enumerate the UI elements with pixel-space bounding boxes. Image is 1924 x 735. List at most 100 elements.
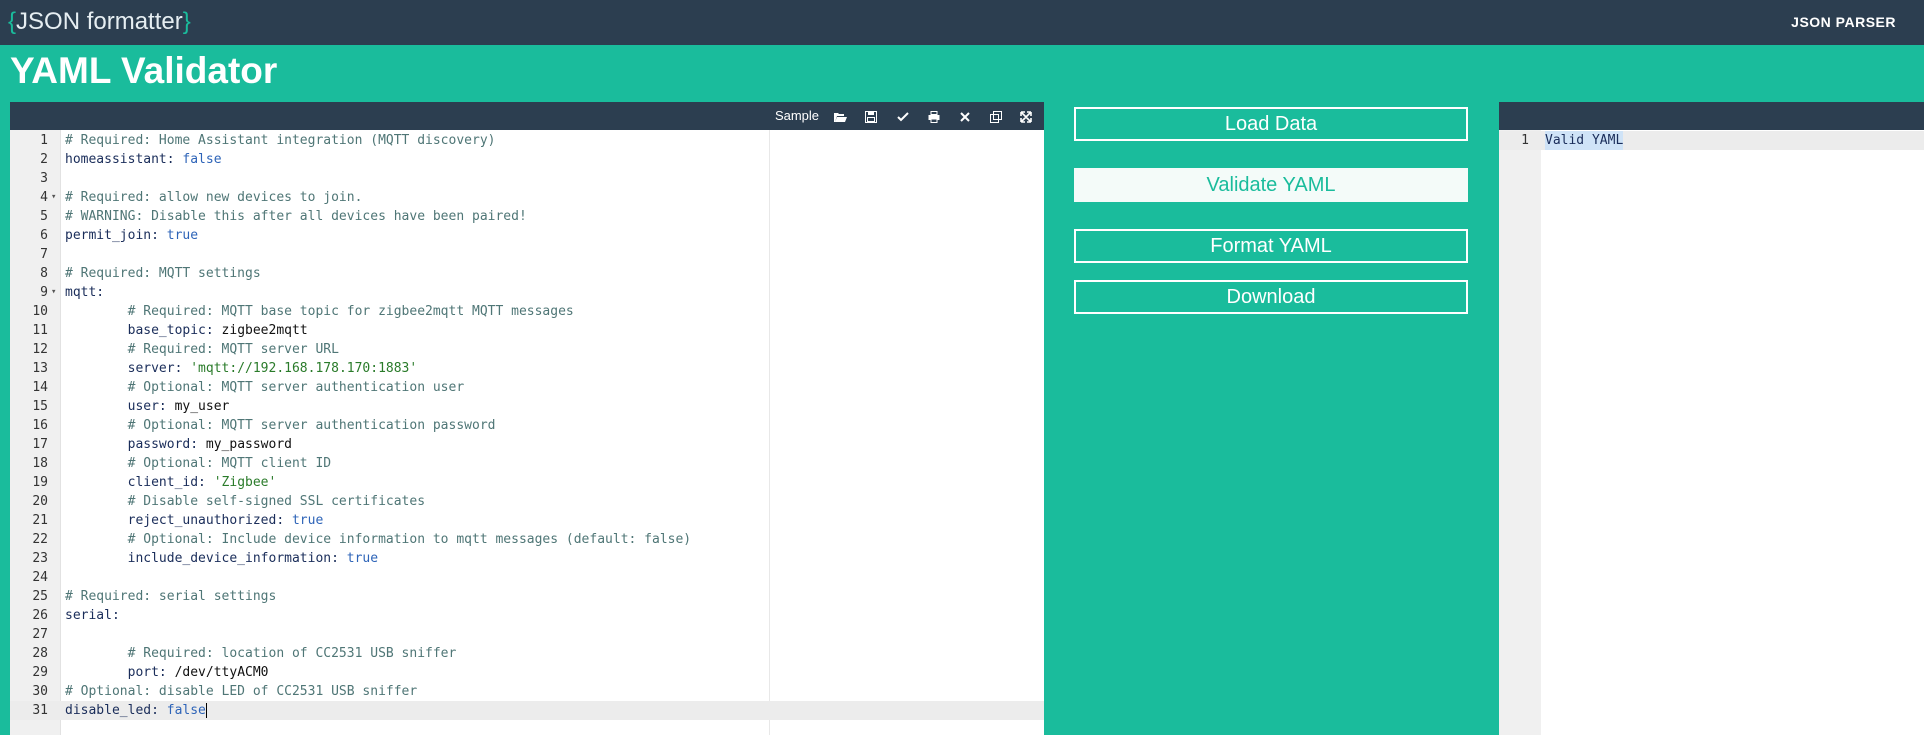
- line-text: # Required: MQTT settings: [65, 264, 261, 283]
- code-line[interactable]: 8 # Required: MQTT settings: [10, 264, 1044, 283]
- line-text: reject_unauthorized: true: [65, 511, 324, 530]
- code-line[interactable]: 5 # WARNING: Disable this after all devic…: [10, 207, 1044, 226]
- line-number: 8: [40, 266, 48, 281]
- code-line[interactable]: 23 include_device_information: true: [10, 549, 1044, 568]
- fold-toggle-icon[interactable]: ▾: [51, 283, 56, 302]
- code-line[interactable]: 12 # Required: MQTT server URL: [10, 340, 1044, 359]
- nav-link-json-parser[interactable]: JSON PARSER: [1791, 14, 1896, 30]
- line-text: mqtt:: [65, 283, 104, 302]
- validate-yaml-button[interactable]: Validate YAML: [1074, 168, 1468, 202]
- line-number: 17: [32, 437, 48, 452]
- validation-output-panel[interactable]: 1 Valid YAML: [1499, 102, 1924, 735]
- line-number: 13: [32, 361, 48, 376]
- code-line[interactable]: 20 # Disable self-signed SSL certificate…: [10, 492, 1044, 511]
- yaml-comment: # WARNING: Disable this after all device…: [65, 209, 527, 224]
- line-number: 30: [32, 684, 48, 699]
- logo-brace-close: }: [182, 8, 191, 35]
- output-toolbar: [1499, 102, 1924, 130]
- code-line[interactable]: 28 # Required: location of CC2531 USB sn…: [10, 644, 1044, 663]
- code-line[interactable]: 25 # Required: serial settings: [10, 587, 1044, 606]
- line-number: 16: [32, 418, 48, 433]
- line-text: # Required: Home Assistant integration (…: [65, 131, 495, 150]
- site-logo[interactable]: {JSON formatter}: [8, 8, 191, 36]
- yaml-value: true: [291, 513, 324, 528]
- code-line[interactable]: 17 password: my_password: [10, 435, 1044, 454]
- line-number: 14: [32, 380, 48, 395]
- yaml-value: 'mqtt://192.168.178.170:1883': [190, 361, 418, 376]
- download-button[interactable]: Download: [1074, 280, 1468, 314]
- line-text: include_device_information: true: [65, 549, 378, 568]
- yaml-comment: # Required: Home Assistant integration (…: [65, 133, 496, 148]
- print-icon[interactable]: [922, 102, 946, 130]
- validation-result-text: Valid YAML: [1545, 131, 1624, 150]
- editor-code-area[interactable]: 1 # Required: Home Assistant integration …: [10, 131, 1044, 720]
- yaml-value: /dev/ttyACM0: [174, 665, 269, 680]
- code-line[interactable]: 22 # Optional: Include device informatio…: [10, 530, 1044, 549]
- yaml-input-editor[interactable]: Sample 1 # Required: Home Assistant integ…: [10, 102, 1044, 735]
- yaml-comment: # Optional: MQTT server authentication u…: [65, 380, 465, 395]
- yaml-key: permit_join:: [65, 228, 167, 243]
- code-line[interactable]: 4 ▾ # Required: allow new devices to join.: [10, 188, 1044, 207]
- check-icon[interactable]: [891, 102, 915, 130]
- logo-text: JSON formatter: [16, 8, 183, 35]
- yaml-key: mqtt:: [65, 285, 105, 300]
- code-line[interactable]: 24: [10, 568, 1044, 587]
- code-line[interactable]: 13 server: 'mqtt://192.168.178.170:1883': [10, 359, 1044, 378]
- fullscreen-icon[interactable]: [1014, 102, 1038, 130]
- line-number: 18: [32, 456, 48, 471]
- line-text: # Required: allow new devices to join.: [65, 188, 362, 207]
- code-line[interactable]: 27: [10, 625, 1044, 644]
- yaml-key: serial:: [65, 608, 120, 623]
- fold-toggle-icon[interactable]: ▾: [51, 188, 56, 207]
- copy-icon[interactable]: [984, 102, 1008, 130]
- code-line[interactable]: 11 base_topic: zigbee2mqtt: [10, 321, 1044, 340]
- line-number: 7: [40, 247, 48, 262]
- yaml-key: include_device_information:: [65, 551, 347, 566]
- code-line[interactable]: 9 ▾ mqtt:: [10, 283, 1044, 302]
- line-number: 12: [32, 342, 48, 357]
- sample-button[interactable]: Sample: [772, 102, 822, 130]
- yaml-key: reject_unauthorized:: [65, 513, 292, 528]
- code-line[interactable]: 10 # Required: MQTT base topic for zigbe…: [10, 302, 1044, 321]
- load-data-button[interactable]: Load Data: [1074, 107, 1468, 141]
- code-line[interactable]: 31 disable_led: false: [10, 701, 1044, 720]
- text-cursor: [205, 703, 207, 718]
- line-number: 25: [32, 589, 48, 604]
- line-text: serial:: [65, 606, 120, 625]
- code-line[interactable]: 14 # Optional: MQTT server authenticatio…: [10, 378, 1044, 397]
- code-line[interactable]: 1 # Required: Home Assistant integration …: [10, 131, 1044, 150]
- line-number: 28: [32, 646, 48, 661]
- yaml-comment: # Required: location of CC2531 USB sniff…: [65, 646, 457, 661]
- code-line[interactable]: 16 # Optional: MQTT server authenticatio…: [10, 416, 1044, 435]
- code-line[interactable]: 29 port: /dev/ttyACM0: [10, 663, 1044, 682]
- yaml-key: disable_led:: [65, 703, 167, 718]
- yaml-key: port:: [65, 665, 175, 680]
- yaml-comment: # Optional: MQTT client ID: [65, 456, 332, 471]
- code-line[interactable]: 6 permit_join: true: [10, 226, 1044, 245]
- yaml-value: true: [346, 551, 379, 566]
- folder-open-icon[interactable]: [828, 102, 852, 130]
- save-icon[interactable]: [859, 102, 883, 130]
- line-number: 24: [32, 570, 48, 585]
- code-line[interactable]: 3: [10, 169, 1044, 188]
- output-line: 1 Valid YAML: [1499, 131, 1924, 150]
- code-line[interactable]: 26 serial:: [10, 606, 1044, 625]
- line-number: 22: [32, 532, 48, 547]
- yaml-comment: # Required: MQTT settings: [65, 266, 261, 281]
- code-line[interactable]: 21 reject_unauthorized: true: [10, 511, 1044, 530]
- yaml-comment: # Required: serial settings: [65, 589, 277, 604]
- line-text: # WARNING: Disable this after all device…: [65, 207, 527, 226]
- code-line[interactable]: 30 # Optional: disable LED of CC2531 USB …: [10, 682, 1044, 701]
- close-icon[interactable]: [953, 102, 977, 130]
- code-line[interactable]: 18 # Optional: MQTT client ID: [10, 454, 1044, 473]
- yaml-value: false: [166, 703, 206, 718]
- yaml-comment: # Optional: MQTT server authentication p…: [65, 418, 496, 433]
- line-number: 31: [32, 703, 48, 718]
- code-line[interactable]: 2 homeassistant: false: [10, 150, 1044, 169]
- code-line[interactable]: 7: [10, 245, 1044, 264]
- code-line[interactable]: 19 client_id: 'Zigbee': [10, 473, 1044, 492]
- yaml-key: server:: [65, 361, 191, 376]
- line-number: 15: [32, 399, 48, 414]
- format-yaml-button[interactable]: Format YAML: [1074, 229, 1468, 263]
- code-line[interactable]: 15 user: my_user: [10, 397, 1044, 416]
